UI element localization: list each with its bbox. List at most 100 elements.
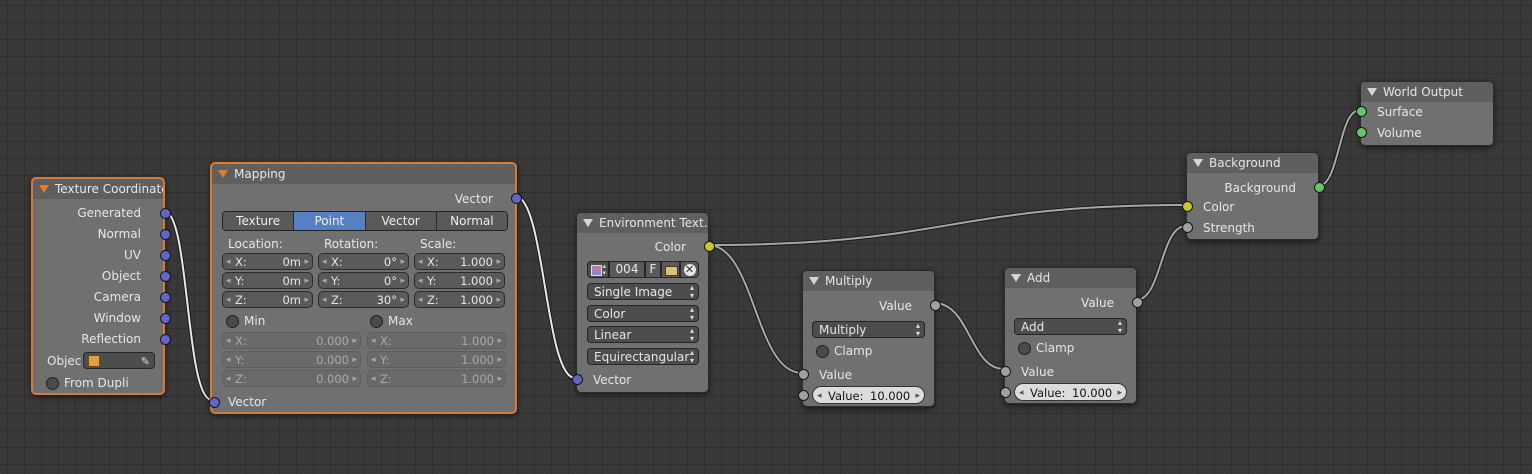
min-label: Min bbox=[244, 314, 266, 328]
socket-surface-in[interactable] bbox=[1356, 106, 1367, 117]
max-x-field: ◂ X: 1.000 ▸ bbox=[367, 332, 506, 349]
mode-texture[interactable]: Texture bbox=[223, 212, 294, 230]
min-y-field: ◂ Y: 0.000 ▸ bbox=[222, 351, 361, 368]
collapse-icon[interactable] bbox=[583, 219, 593, 227]
socket-vector-in[interactable] bbox=[209, 397, 220, 408]
socket-color-out[interactable] bbox=[704, 241, 715, 252]
collapse-icon[interactable] bbox=[1011, 274, 1021, 282]
node-title: Environment Text... bbox=[599, 216, 708, 230]
min-z-field: ◂ Z: 0.000 ▸ bbox=[222, 370, 361, 387]
collapse-icon[interactable] bbox=[218, 170, 228, 178]
input-strength: Strength bbox=[1203, 221, 1255, 235]
socket-vector-in[interactable] bbox=[572, 374, 583, 385]
collapse-icon[interactable] bbox=[1367, 88, 1377, 96]
value-field[interactable]: ◂ Value: 10.000 ▸ bbox=[1014, 383, 1127, 401]
object-picker[interactable]: ✎ bbox=[83, 352, 155, 369]
node-header[interactable]: World Output bbox=[1361, 82, 1493, 102]
operation-dropdown[interactable]: Multiply ▴ ▾ bbox=[812, 321, 925, 338]
link-mapping-to-envtex bbox=[514, 195, 576, 379]
socket-volume-in[interactable] bbox=[1356, 127, 1367, 138]
rotation-y-field[interactable]: ◂ Y: 0° ▸ bbox=[318, 272, 409, 289]
node-header[interactable]: Multiply bbox=[803, 271, 934, 291]
cube-icon bbox=[88, 355, 100, 367]
node-header[interactable]: Mapping bbox=[212, 164, 515, 184]
socket-camera[interactable] bbox=[160, 292, 171, 303]
socket-value-in-1[interactable] bbox=[1000, 366, 1011, 377]
interpolation-dropdown[interactable]: Linear ▴ ▾ bbox=[587, 326, 699, 343]
fake-user-button[interactable]: F bbox=[645, 261, 661, 278]
location-z-field[interactable]: ◂ Z: 0m ▸ bbox=[222, 291, 313, 308]
mode-point[interactable]: Point bbox=[293, 212, 365, 230]
object-label: Objec bbox=[47, 354, 82, 368]
background-node[interactable]: Background Background Color Strength bbox=[1182, 152, 1325, 240]
socket-value-out[interactable] bbox=[1132, 297, 1143, 308]
min-x-field: ◂ X: 0.000 ▸ bbox=[222, 332, 361, 349]
socket-object[interactable] bbox=[160, 271, 171, 282]
image-source-dropdown[interactable]: Single Image ▴ ▾ bbox=[587, 283, 699, 300]
link-background-to-surface bbox=[1317, 109, 1361, 187]
world-output-node[interactable]: World Output Surface Volume bbox=[1356, 81, 1494, 146]
socket-normal[interactable] bbox=[160, 229, 171, 240]
mode-normal[interactable]: Normal bbox=[435, 212, 507, 230]
clamp-checkbox[interactable] bbox=[1018, 342, 1031, 355]
collapse-icon[interactable] bbox=[809, 277, 819, 285]
image-name-field[interactable]: 004 bbox=[609, 261, 645, 278]
node-title: Add bbox=[1027, 271, 1051, 285]
socket-background-out[interactable] bbox=[1314, 182, 1325, 193]
min-checkbox[interactable] bbox=[226, 315, 239, 328]
clamp-label: Clamp bbox=[1036, 341, 1075, 355]
socket-value-in-1[interactable] bbox=[798, 369, 809, 380]
max-y-field: ◂ Y: 1.000 ▸ bbox=[367, 351, 506, 368]
close-icon[interactable]: ✕ bbox=[680, 261, 699, 278]
scale-label: Scale: bbox=[420, 237, 457, 251]
node-header[interactable]: Environment Text... bbox=[577, 213, 708, 233]
location-y-field[interactable]: ◂ Y: 0m ▸ bbox=[222, 272, 313, 289]
mode-vector[interactable]: Vector bbox=[364, 212, 436, 230]
node-title: World Output bbox=[1383, 85, 1463, 99]
socket-value-in-2[interactable] bbox=[798, 390, 809, 401]
max-checkbox[interactable] bbox=[370, 315, 383, 328]
socket-reflection[interactable] bbox=[160, 334, 171, 345]
socket-color-in[interactable] bbox=[1182, 201, 1193, 212]
multiply-node[interactable]: Multiply Value Multiply ▴ ▾ Clamp Value ◂ … bbox=[798, 270, 941, 407]
add-node[interactable]: Add Value Add ▴ ▾ Clamp Value ◂ Value: 10.… bbox=[1000, 267, 1143, 404]
clamp-checkbox[interactable] bbox=[816, 345, 829, 358]
scale-y-field[interactable]: ◂ Y: 1.000 ▸ bbox=[414, 272, 505, 289]
input-value-label: Value bbox=[1021, 365, 1054, 379]
max-label: Max bbox=[388, 314, 413, 328]
node-header[interactable]: Add bbox=[1005, 268, 1136, 288]
texture-coordinate-node[interactable]: Texture Coordinate Generated Normal UV O… bbox=[31, 177, 171, 395]
socket-generated[interactable] bbox=[160, 208, 171, 219]
socket-value-out[interactable] bbox=[930, 300, 941, 311]
socket-window[interactable] bbox=[160, 313, 171, 324]
output-background: Background bbox=[1224, 181, 1296, 195]
scale-x-field[interactable]: ◂ X: 1.000 ▸ bbox=[414, 253, 505, 270]
output-value: Value bbox=[879, 299, 912, 313]
socket-vector-out[interactable] bbox=[511, 193, 522, 204]
image-selector[interactable]: ▴ ▾ 004 F ✕ bbox=[587, 261, 699, 278]
collapse-icon[interactable] bbox=[39, 185, 49, 193]
image-browse-icon[interactable]: ▴ ▾ bbox=[587, 261, 609, 278]
socket-value-in-2[interactable] bbox=[1000, 387, 1011, 398]
socket-uv[interactable] bbox=[160, 250, 171, 261]
socket-strength-in[interactable] bbox=[1182, 222, 1193, 233]
rotation-x-field[interactable]: ◂ X: 0° ▸ bbox=[318, 253, 409, 270]
location-x-field[interactable]: ◂ X: 0m ▸ bbox=[222, 253, 313, 270]
node-header[interactable]: Background bbox=[1187, 153, 1318, 173]
link-multiply-to-add bbox=[933, 302, 1005, 370]
node-header[interactable]: Texture Coordinate bbox=[33, 179, 163, 199]
folder-icon[interactable] bbox=[661, 261, 680, 278]
eyedropper-icon[interactable]: ✎ bbox=[141, 353, 150, 370]
collapse-icon[interactable] bbox=[1193, 159, 1203, 167]
output-color: Color bbox=[654, 240, 686, 254]
operation-dropdown[interactable]: Add ▴ ▾ bbox=[1014, 318, 1127, 335]
from-dupli-checkbox[interactable] bbox=[46, 377, 59, 390]
value-field[interactable]: ◂ Value: 10.000 ▸ bbox=[812, 386, 925, 404]
scale-z-field[interactable]: ◂ Z: 1.000 ▸ bbox=[414, 291, 505, 308]
environment-texture-node[interactable]: Environment Text... Color ▴ ▾ 004 F ✕ Sin… bbox=[572, 212, 715, 393]
projection-dropdown[interactable]: Equirectangular ▴ ▾ bbox=[587, 348, 699, 365]
mapping-type-selector[interactable]: Texture Point Vector Normal bbox=[222, 211, 508, 231]
rotation-z-field[interactable]: ◂ Z: 30° ▸ bbox=[318, 291, 409, 308]
mapping-node[interactable]: Mapping Vector Texture Point Vector Norm… bbox=[209, 162, 522, 414]
color-space-dropdown[interactable]: Color ▴ ▾ bbox=[587, 305, 699, 322]
